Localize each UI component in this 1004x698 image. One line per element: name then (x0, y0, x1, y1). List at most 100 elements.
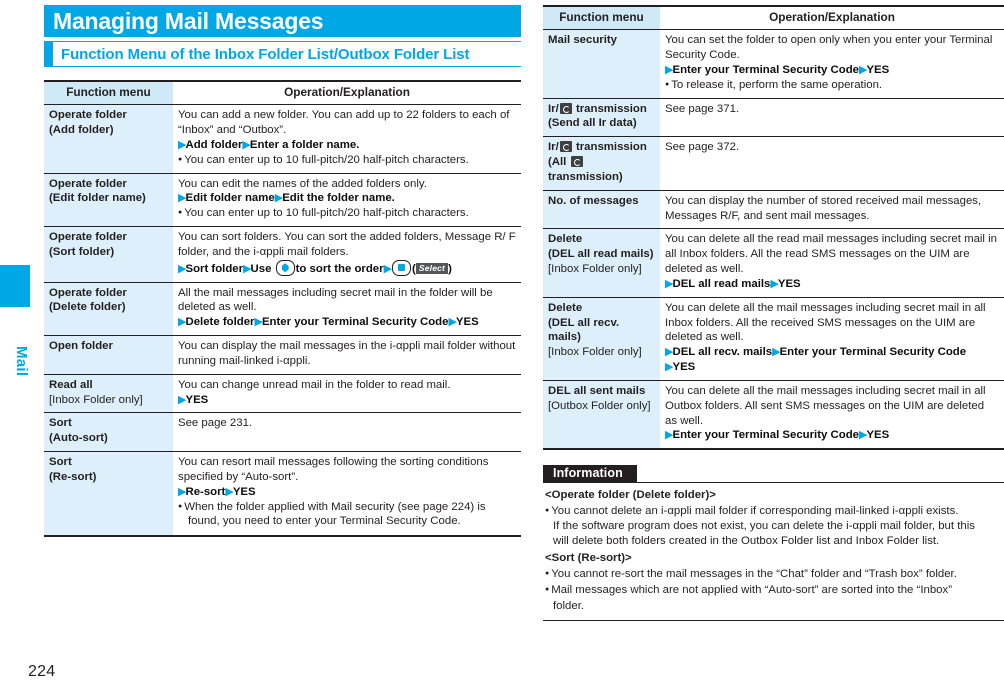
menu-title: No. of messages (548, 194, 639, 207)
table-row: Operate folder (Add folder) You can add … (44, 104, 521, 174)
table-row: Operate folder (Sort folder) You can sor… (44, 226, 521, 283)
step-line: YES (665, 360, 999, 375)
col-header-operation: Operation/Explanation (660, 5, 1004, 31)
row-menu-cell: Sort (Auto-sort) (44, 412, 173, 452)
table-header-row: Function menu Operation/Explanation (543, 5, 1004, 31)
right-column: Function menu Operation/Explanation Mail… (543, 5, 1004, 621)
menu-scope-note: [Inbox Folder only] (49, 393, 143, 406)
body-line: You can set the folder to open only when… (665, 34, 993, 47)
menu-title: Mail security (548, 34, 618, 47)
step-line: Enter your Terminal Security Code YES (665, 63, 999, 78)
step-label: Enter a folder name. (249, 138, 360, 151)
body-line: Inbox folders. All the received SMS mess… (665, 316, 976, 329)
row-explanation-cell: You can sort folders. You can sort the a… (173, 226, 521, 283)
step-label: Use (250, 262, 272, 275)
section-tab-label: Mail (13, 345, 30, 377)
ic-card-icon (559, 102, 572, 114)
body-line: Outbox folders. All sent SMS messages on… (665, 399, 985, 412)
row-menu-cell: No. of messages (543, 189, 660, 229)
step-line: DEL all read mails YES (665, 277, 999, 292)
information-body: <Operate folder (Delete folder)> You can… (543, 482, 1004, 621)
menu-title: Operate folder (49, 231, 127, 244)
select-softkey-label: Select (415, 262, 449, 274)
row-menu-cell: Operate folder (Delete folder) (44, 281, 173, 336)
step-label: YES (672, 361, 696, 374)
step-label: Edit folder name (185, 192, 275, 205)
step-line: Re-sort YES (178, 485, 516, 500)
information-bullet: You cannot re-sort the mail messages in … (545, 567, 1002, 582)
step-label: DEL all read mails (672, 277, 771, 290)
row-explanation-cell: You can set the folder to open only when… (660, 29, 1004, 99)
function-menu-table-right: Function menu Operation/Explanation Mail… (543, 5, 1004, 451)
table-row: DEL all sent mails [Outbox Folder only] … (543, 379, 1004, 451)
menu-subtitle-suffix: transmission) (548, 170, 623, 183)
step-arrow-icon (242, 139, 249, 151)
row-menu-cell: Read all [Inbox Folder only] (44, 373, 173, 413)
menu-subtitle: (DEL all read mails) (548, 248, 654, 261)
body-line: You can delete all the mail messages inc… (665, 301, 986, 314)
row-explanation-cell: You can display the mail messages in the… (173, 335, 521, 375)
menu-subtitle: (DEL all recv. mails) (548, 316, 620, 344)
information-section: Information <Operate folder (Delete fold… (543, 464, 1004, 621)
row-menu-cell: Ir/ transmission (All transmission) (543, 136, 660, 191)
menu-title: Operate folder (49, 177, 127, 190)
menu-title: Delete (548, 233, 583, 246)
menu-subtitle: (Auto-sort) (49, 432, 108, 445)
body-line: All the mail messages including secret m… (178, 286, 493, 299)
menu-title: DEL all sent mails (548, 384, 646, 397)
table-row: Ir/ transmission (All transmission) See … (543, 136, 1004, 191)
step-line: YES (178, 393, 516, 408)
table-row: Sort (Re-sort) You can resort mail messa… (44, 451, 521, 538)
row-explanation-cell: You can delete all the read mail message… (660, 228, 1004, 298)
row-menu-cell: Ir/ transmission (Send all Ir data) (543, 97, 660, 137)
menu-subtitle: (Edit folder name) (49, 192, 146, 205)
step-arrow-icon (772, 346, 779, 358)
body-line: See page 371. (665, 102, 740, 115)
menu-subtitle-prefix: (All (548, 156, 567, 169)
information-bullet: You cannot delete an i-αppli mail folder… (545, 504, 1002, 519)
row-menu-cell: Operate folder (Edit folder name) (44, 172, 173, 227)
row-explanation-cell: See page 372. (660, 136, 1004, 191)
information-header: Information (543, 465, 637, 483)
row-explanation-cell: See page 231. (173, 412, 521, 452)
menu-title-prefix: Ir/ (548, 102, 559, 115)
step-label: YES (232, 485, 256, 498)
body-line: You can delete all the mail messages inc… (665, 384, 986, 397)
table-row: Open folder You can display the mail mes… (44, 335, 521, 375)
body-line: Messages R/F, and sent mail messages. (665, 209, 870, 222)
table-row: Read all [Inbox Folder only] You can cha… (44, 373, 521, 413)
menu-title: Delete (548, 301, 583, 314)
row-explanation-cell: All the mail messages including secret m… (173, 281, 521, 336)
body-line: You can resort mail messages following t… (178, 456, 489, 469)
step-label: Enter your Terminal Security Code (672, 63, 859, 76)
body-line: specified by “Auto-sort”. (178, 470, 299, 483)
menu-subtitle: (Sort folder) (49, 245, 115, 258)
table-row: Delete (DEL all read mails) [Inbox Folde… (543, 228, 1004, 298)
row-explanation-cell: You can edit the names of the added fold… (173, 172, 521, 227)
step-label: Sort folder (185, 262, 244, 275)
step-label: Re-sort (185, 485, 226, 498)
body-line: as well. (665, 414, 703, 427)
row-explanation-cell: You can resort mail messages following t… (173, 451, 521, 538)
table-row: No. of messages You can display the numb… (543, 189, 1004, 229)
section-heading-label: Function Menu of the Inbox Folder List/O… (61, 45, 470, 63)
navigation-key-icon (275, 259, 295, 276)
information-subheading: <Operate folder (Delete folder)> (545, 489, 716, 502)
page-number: 224 (28, 663, 56, 680)
row-explanation-cell: You can add a new folder. You can add up… (173, 104, 521, 174)
table-row: Operate folder (Edit folder name) You ca… (44, 172, 521, 227)
body-line: You can display the number of stored rec… (665, 194, 982, 207)
step-arrow-icon (243, 263, 250, 275)
step-arrow-icon (384, 263, 391, 275)
body-line: deleted as well. (178, 301, 257, 314)
body-line: You can add a new folder. You can add up… (178, 109, 497, 122)
step-arrow-icon (225, 486, 232, 498)
step-label: YES (866, 63, 890, 76)
table-row: Mail security You can set the folder to … (543, 29, 1004, 99)
select-key-icon (392, 259, 412, 276)
step-label: YES (777, 277, 801, 290)
col-header-function-menu: Function menu (543, 5, 660, 31)
step-label: YES (866, 429, 890, 442)
row-menu-cell: Open folder (44, 335, 173, 375)
left-column: Function menu Operation/Explanation Oper… (44, 80, 521, 538)
